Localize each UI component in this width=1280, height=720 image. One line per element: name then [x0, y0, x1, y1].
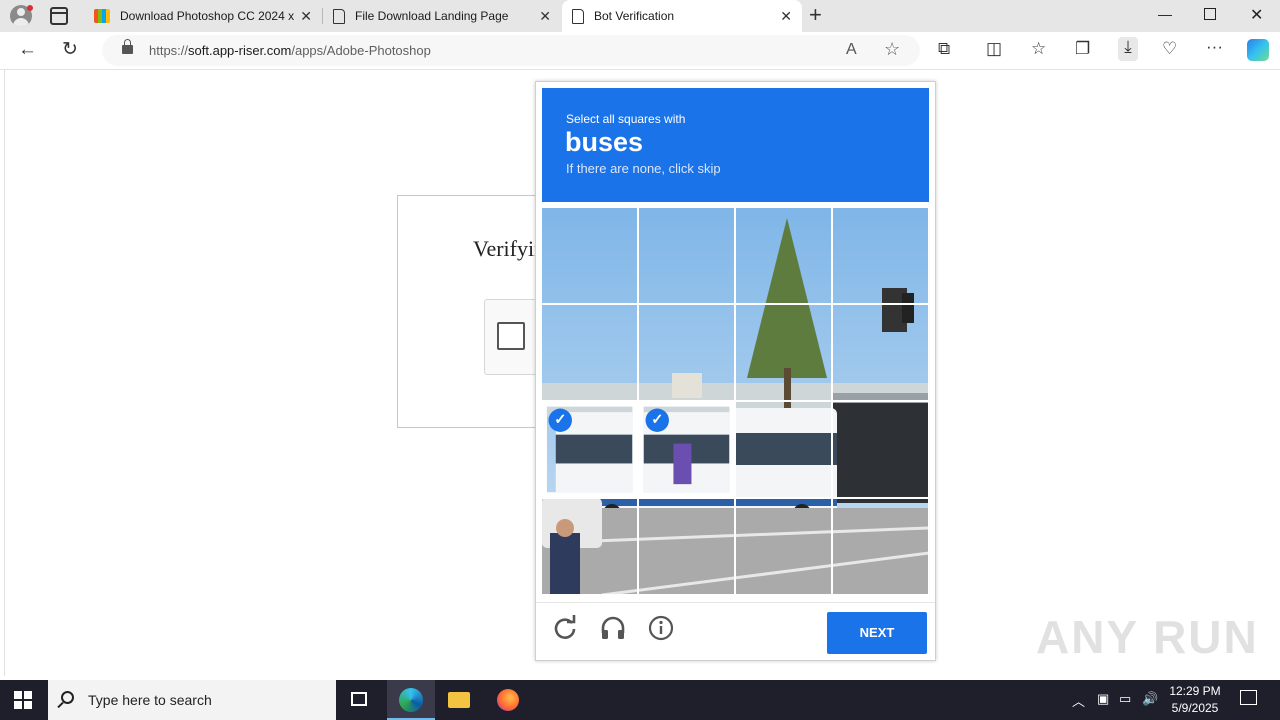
favorites-icon[interactable]: ☆	[1031, 39, 1046, 59]
captcha-hint: If there are none, click skip	[566, 161, 721, 176]
extensions-icon[interactable]: ⧉	[938, 39, 950, 59]
captcha-tile[interactable]	[736, 305, 831, 400]
tab-photoshop[interactable]: Download Photoshop CC 2024 x ✕	[84, 0, 322, 32]
lock-icon[interactable]	[122, 39, 133, 54]
tile-selected-check-icon: ✓	[645, 408, 669, 432]
captcha-tile[interactable]	[639, 305, 734, 400]
colorful-logo-icon	[94, 9, 110, 23]
captcha-tile[interactable]	[736, 208, 831, 303]
tab-label: Bot Verification	[594, 9, 675, 23]
restore-icon[interactable]	[1204, 8, 1216, 20]
browser-essentials-icon[interactable]: ♡	[1162, 39, 1177, 59]
more-menu-icon[interactable]: ···	[1206, 37, 1223, 57]
captcha-header: Select all squares with buses If there a…	[542, 88, 929, 202]
anyrun-watermark: ANY RUN	[1036, 611, 1259, 663]
captcha-tile[interactable]	[639, 499, 734, 594]
captcha-tile[interactable]	[736, 499, 831, 594]
network-icon[interactable]: ▭	[1119, 691, 1131, 707]
url-text[interactable]: https://soft.app-riser.com/apps/Adobe-Ph…	[149, 43, 431, 58]
navigation-bar: ← ↻ https://soft.app-riser.com/apps/Adob…	[0, 32, 1280, 70]
verification-checkbox[interactable]	[497, 322, 525, 350]
favorite-star-icon[interactable]: ☆	[884, 39, 900, 60]
search-placeholder: Type here to search	[88, 692, 212, 708]
close-icon[interactable]: ✕	[300, 9, 312, 23]
minimize-icon[interactable]: —	[1158, 6, 1172, 22]
captcha-tile[interactable]	[833, 208, 928, 303]
captcha-tile[interactable]	[736, 402, 831, 497]
firefox-icon[interactable]	[484, 680, 532, 720]
back-arrow-icon[interactable]: ←	[18, 40, 37, 60]
volume-icon[interactable]: 🔊	[1142, 691, 1158, 707]
captcha-tile[interactable]	[542, 305, 637, 400]
clock-date: 5/9/2025	[1171, 701, 1219, 715]
captcha-image-grid: ✓ ✓	[542, 208, 929, 595]
address-bar[interactable]: https://soft.app-riser.com/apps/Adobe-Ph…	[102, 35, 920, 66]
tray-chevron-icon[interactable]: ︿	[1072, 691, 1085, 710]
collections-icon[interactable]: ❐	[1075, 39, 1090, 59]
refresh-icon[interactable]: ↻	[62, 40, 78, 60]
tab-strip: Download Photoshop CC 2024 x ✕ File Down…	[0, 0, 1280, 32]
new-tab-icon[interactable]: +	[809, 4, 829, 26]
clock-time: 12:29 PM	[1169, 684, 1221, 698]
notifications-icon[interactable]	[1240, 690, 1257, 705]
next-button[interactable]: NEXT	[827, 612, 927, 654]
profile-notification-dot	[27, 5, 33, 11]
captcha-tile[interactable]	[833, 499, 928, 594]
tab-file-download[interactable]: File Download Landing Page ✕	[323, 0, 561, 32]
info-icon[interactable]	[648, 615, 674, 641]
captcha-tile[interactable]	[833, 402, 928, 497]
tab-bot-verification[interactable]: Bot Verification ✕	[562, 0, 802, 32]
device-icon[interactable]: ▣	[1097, 691, 1109, 707]
captcha-tile[interactable]	[542, 208, 637, 303]
file-explorer-icon[interactable]	[435, 680, 483, 720]
captcha-tile[interactable]: ✓	[546, 406, 633, 493]
close-icon[interactable]: ✕	[780, 9, 792, 23]
tab-label: File Download Landing Page	[355, 9, 509, 23]
captcha-tile[interactable]	[833, 305, 928, 400]
search-icon	[61, 691, 74, 704]
audio-headphones-icon[interactable]	[600, 615, 626, 641]
taskbar: Type here to search ︿ ▣ ▭ 🔊 12:29 PM 5/9…	[0, 680, 1280, 720]
document-icon	[333, 8, 345, 24]
captcha-tile[interactable]	[639, 208, 734, 303]
reload-icon[interactable]	[552, 615, 578, 641]
clock[interactable]: 12:29 PM 5/9/2025	[1160, 683, 1230, 717]
document-icon	[572, 8, 584, 24]
captcha-instruction: Select all squares with	[566, 112, 686, 126]
captcha-target: buses	[565, 127, 644, 157]
captcha-dialog: Select all squares with buses If there a…	[535, 81, 936, 661]
taskbar-search[interactable]: Type here to search	[48, 680, 336, 720]
captcha-tile[interactable]	[542, 499, 637, 594]
windows-start-icon[interactable]	[14, 691, 33, 710]
edge-browser-icon[interactable]	[387, 680, 435, 720]
read-aloud-icon[interactable]: A	[846, 41, 857, 59]
split-screen-icon[interactable]: ◫	[986, 39, 1002, 59]
copilot-icon[interactable]	[1247, 39, 1269, 61]
captcha-tile[interactable]: ✓	[643, 406, 730, 493]
downloads-icon[interactable]: ⤓	[1118, 37, 1138, 61]
tab-actions-icon[interactable]	[50, 7, 68, 25]
task-view-icon[interactable]	[336, 680, 384, 720]
close-window-icon[interactable]: ✕	[1250, 5, 1263, 25]
tab-label: Download Photoshop CC 2024 x	[120, 9, 295, 23]
captcha-footer: NEXT	[536, 602, 935, 660]
tile-selected-check-icon: ✓	[548, 408, 572, 432]
close-icon[interactable]: ✕	[539, 9, 551, 23]
